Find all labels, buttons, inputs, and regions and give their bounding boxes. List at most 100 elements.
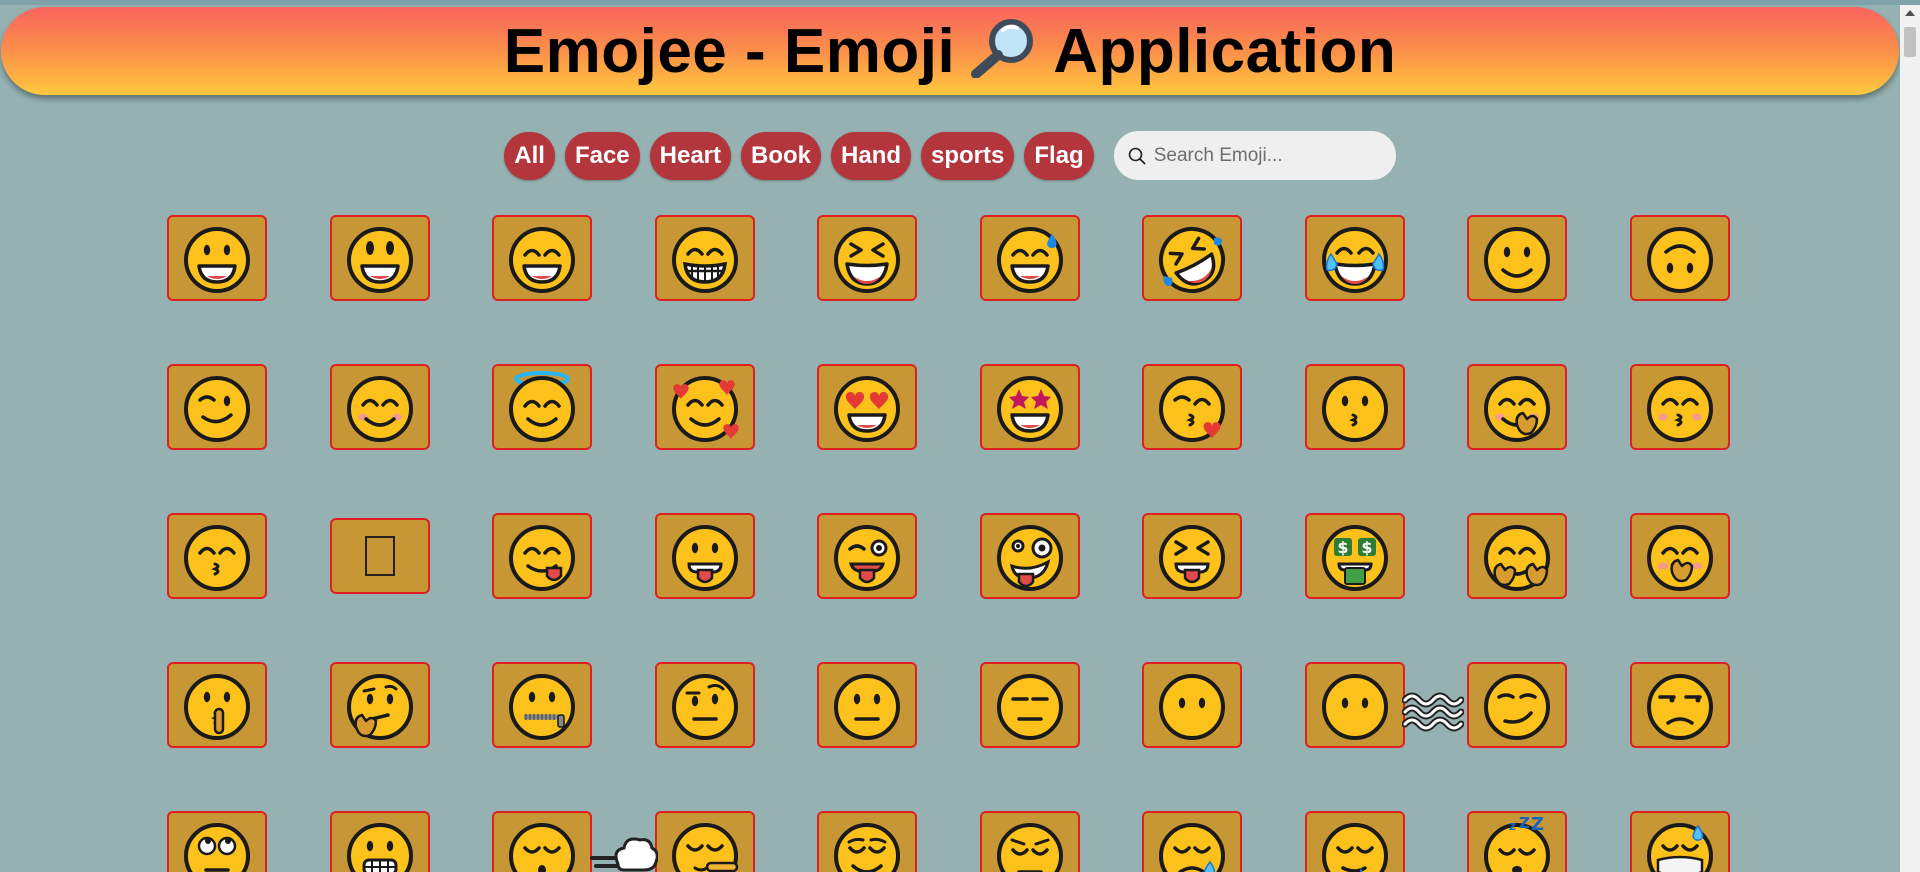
emoji-card[interactable] [492,662,592,748]
emoji-card[interactable] [1629,215,1730,301]
emoji-card[interactable] [979,364,1080,450]
emoji-card[interactable]: zZZ [1467,811,1567,872]
raised-eyebrow-face-icon [671,674,738,740]
search-box[interactable] [1113,131,1396,180]
emoji-card[interactable] [1304,662,1405,748]
smirking-face-icon [1484,674,1550,740]
grinning-face-sweat-icon [996,227,1063,293]
emoji-card[interactable] [167,215,267,301]
filter-face-button[interactable]: Face [564,131,640,180]
smiling-face-hearts-icon [671,376,739,442]
magnifying-glass-icon [967,18,1041,79]
relieved-face-icon [834,823,900,872]
face-with-tongue-icon [671,525,738,591]
emoji-card[interactable] [167,662,267,748]
grinning-face-icon [184,227,250,293]
filter-bar: All Face Heart Book Hand sports Flag [0,131,1900,180]
svg-text:Z: Z [1531,816,1544,835]
emoji-card[interactable] [329,811,430,872]
upside-down-face-icon [1646,227,1713,293]
emoji-card[interactable] [1467,662,1567,748]
emoji-card[interactable] [979,811,1080,872]
emoji-card[interactable] [492,215,592,301]
emoji-card[interactable] [167,364,267,450]
face-tears-of-joy-icon [1321,227,1388,293]
emoji-card[interactable] [817,215,917,301]
emoji-card[interactable] [492,811,592,872]
grinning-face-big-eyes-icon [346,227,413,293]
face-without-mouth-icon [1159,674,1225,740]
emoji-card[interactable] [817,811,917,872]
emoji-card[interactable] [1142,811,1242,872]
emoji-card[interactable] [1629,662,1730,748]
filter-heart-button[interactable]: Heart [649,131,732,180]
winking-face-icon [184,376,250,442]
emoji-card[interactable] [654,364,755,450]
emoji-card[interactable] [1142,513,1242,599]
face-savoring-food-icon [509,525,575,591]
squinting-face-tongue-icon [1159,525,1225,591]
emoji-grid: $ $ z Z Z [167,215,1733,872]
emoji-card[interactable] [817,513,917,599]
filter-sports-button[interactable]: sports [921,131,1015,180]
slightly-smiling-face-icon [1484,227,1550,293]
smiling-face-open-hands-icon [1484,376,1550,442]
emoji-card[interactable] [492,364,592,450]
hugging-face-icon [1484,525,1550,591]
filter-hand-button[interactable]: Hand [831,131,912,180]
emoji-card[interactable] [329,662,430,748]
page: Emojee - Emoji Application All Face Hear… [0,0,1900,872]
emoji-card[interactable] [329,215,430,301]
emoji-card[interactable] [492,513,592,599]
emoji-card[interactable] [654,662,755,748]
emoji-card[interactable] [329,364,430,450]
emoji-card[interactable] [817,364,917,450]
emoji-card[interactable] [1629,364,1730,450]
unamused-face-icon [1646,674,1713,740]
emoji-card[interactable] [1467,513,1567,599]
filter-book-button[interactable]: Book [741,131,822,180]
emoji-card[interactable] [1467,215,1567,301]
emoji-card[interactable] [654,513,755,599]
app-header: Emojee - Emoji Application [1,7,1899,95]
filter-all-button[interactable]: All [504,131,555,180]
emoji-card[interactable] [979,215,1080,301]
emoji-card[interactable] [1304,364,1405,450]
emoji-card[interactable] [1467,364,1567,450]
neutral-face-icon [834,674,900,740]
emoji-card[interactable] [1142,364,1242,450]
emoji-card[interactable] [1629,513,1730,599]
kissing-face-smiling-eyes-icon [184,525,250,591]
emoji-card[interactable]: $ $ [1304,513,1405,599]
svg-text:$: $ [1337,538,1348,557]
emoji-card[interactable] [654,215,755,301]
emoji-card[interactable] [1142,662,1242,748]
emoji-card[interactable] [1304,215,1405,301]
emoji-card[interactable] [1142,215,1242,301]
emoji-card[interactable] [329,518,430,594]
face-blowing-kiss-icon [1159,376,1225,442]
smiling-face-smiling-eyes-icon [346,376,413,442]
emoji-card[interactable] [1304,811,1405,872]
emoji-card[interactable] [1629,811,1730,872]
scrollbar-thumb[interactable] [1904,27,1916,57]
pensive-face-icon [996,823,1063,872]
emoji-card[interactable] [167,513,267,599]
kissing-face-icon [1321,376,1388,442]
emoji-card[interactable] [817,662,917,748]
face-medical-mask-icon [1646,823,1713,872]
title-text-left: Emojee - Emoji [503,16,956,86]
grinning-face-smiling-eyes-icon [509,227,575,293]
search-icon [1128,147,1146,164]
emoji-card[interactable] [654,811,755,872]
shushing-face-icon [184,674,250,740]
emoji-card[interactable] [979,513,1080,599]
emoji-card[interactable] [167,811,267,872]
emoji-card[interactable] [979,662,1080,748]
face-exhaling-icon [509,823,575,872]
star-struck-icon [996,376,1063,442]
vertical-scrollbar[interactable] [1900,5,1920,872]
scroll-up-arrow-icon[interactable] [1905,10,1915,16]
filter-flag-button[interactable]: Flag [1024,131,1094,180]
search-input[interactable] [1151,143,1386,168]
